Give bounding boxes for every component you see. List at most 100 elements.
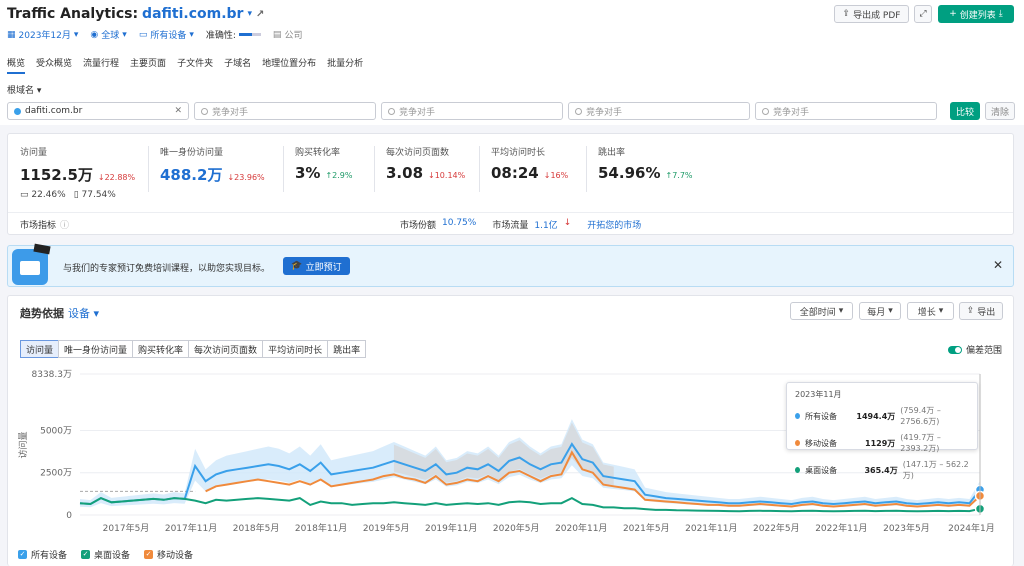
- metric-tab-5[interactable]: 跳出率: [327, 340, 367, 358]
- plus-icon: +: [949, 9, 957, 19]
- competitor-input[interactable]: 竞争对手: [194, 102, 376, 120]
- clear-input-icon[interactable]: ✕: [174, 106, 182, 116]
- date-filter-label: 2023年12月: [18, 31, 71, 41]
- tab-0[interactable]: 概览: [7, 56, 26, 74]
- book-now-label: 立即预订: [305, 262, 342, 273]
- header-area: Traffic Analytics: dafiti.com.br ▾ ↗ ⇪ 导出…: [0, 0, 1024, 107]
- tooltip-range: (759.4万 – 2756.6万): [900, 406, 941, 426]
- competitor-input[interactable]: 竞争对手: [568, 102, 750, 120]
- tab-6[interactable]: 地理位置分布: [262, 56, 316, 74]
- metric-number: 54.96%: [598, 164, 661, 182]
- range-select[interactable]: 全部时间 ▾: [790, 302, 853, 320]
- y-tick-label: 2500万: [40, 469, 72, 479]
- clear-button[interactable]: 清除: [985, 102, 1015, 120]
- calendar-icon: ▦: [7, 29, 16, 40]
- market-stats: 市场份额 10.75% 市场流量 1.1亿 ↓ 开拓您的市场: [400, 218, 641, 231]
- market-traffic-value: 1.1亿: [534, 221, 558, 231]
- date-filter[interactable]: ▦ 2023年12月 ▾: [7, 28, 78, 42]
- device-icon: ▭: [138, 29, 148, 40]
- compare-button[interactable]: 比较: [950, 102, 980, 120]
- legend-label: 移动设备: [157, 551, 194, 561]
- export-pdf-button[interactable]: ⇪ 导出成 PDF: [834, 5, 909, 23]
- globe-icon: ◉: [90, 29, 99, 40]
- mode-select[interactable]: 增长 ▾: [907, 302, 954, 320]
- tab-3[interactable]: 主要页面: [130, 56, 166, 74]
- fullscreen-button[interactable]: ⤢: [914, 5, 932, 23]
- deviation-label: 偏差范围: [966, 346, 1003, 356]
- tab-5[interactable]: 子域名: [224, 56, 251, 74]
- root-domain-select[interactable]: 根域名 ▾: [7, 83, 41, 96]
- metric-change: ↓16%: [543, 171, 569, 180]
- metric-label: 唯一身份访问量: [160, 148, 224, 158]
- x-tick-label: 2024年1月: [948, 522, 995, 534]
- divider: [479, 146, 480, 192]
- book-now-button[interactable]: 🎓 立即预订: [283, 257, 350, 275]
- period-select[interactable]: 每月 ▾: [859, 302, 901, 320]
- filter-bar: ▦ 2023年12月 ▾ ◉ 全球 ▾ ▭ 所有设备 ▾ 准确性: ▤ 公司: [7, 28, 303, 42]
- domain-link[interactable]: dafiti.com.br: [142, 6, 243, 22]
- expand-market-link[interactable]: 开拓您的市场: [587, 218, 641, 231]
- tooltip-series-name: 所有设备: [805, 411, 838, 421]
- divider: [148, 146, 149, 192]
- metric-2[interactable]: 购买转化率 3% ↑2.9%: [295, 145, 353, 182]
- clear-label: 清除: [990, 107, 1009, 118]
- accuracy-label: 准确性:: [205, 31, 236, 41]
- metric-tab-3[interactable]: 每次访问页面数: [188, 340, 264, 358]
- metric-change: ↓22.88%: [97, 173, 136, 182]
- device-split: ▭ 22.46% ▯ 77.54%: [20, 190, 135, 200]
- legend-item[interactable]: ✓ 移动设备: [144, 548, 193, 561]
- metric-number: 3%: [295, 164, 321, 182]
- close-icon[interactable]: ✕: [993, 258, 1003, 272]
- competitor-input[interactable]: 竞争对手: [755, 102, 937, 120]
- domain-input[interactable]: dafiti.com.br ✕: [7, 102, 189, 120]
- device-filter[interactable]: ▭ 所有设备 ▾: [138, 28, 194, 42]
- region-filter[interactable]: ◉ 全球 ▾: [90, 28, 126, 42]
- competitor-input[interactable]: 竞争对手: [381, 102, 563, 120]
- deviation-toggle[interactable]: 偏差范围: [948, 343, 1002, 356]
- legend-item[interactable]: ✓ 所有设备: [18, 548, 67, 561]
- metric-label: 购买转化率: [295, 148, 341, 158]
- external-link-icon[interactable]: ↗: [256, 9, 264, 20]
- chevron-down-icon[interactable]: ▾: [247, 9, 252, 19]
- metric-tab-4[interactable]: 平均访问时长: [262, 340, 329, 358]
- info-icon[interactable]: ⓘ: [60, 218, 69, 231]
- tooltip-range: (147.1万 – 562.2万): [902, 460, 969, 480]
- input-text: 竞争对手: [212, 107, 249, 118]
- metric-3[interactable]: 每次访问页面数 3.08 ↓10.14%: [386, 145, 465, 182]
- tab-7[interactable]: 批量分析: [327, 56, 363, 74]
- competitor-inputs: dafiti.com.br ✕ 竞争对手 竞争对手 竞争对手 竞争对手: [7, 102, 937, 120]
- legend-label: 桌面设备: [94, 551, 131, 561]
- trend-export-button[interactable]: ⇪ 导出: [959, 302, 1003, 320]
- series-dot-icon: [795, 467, 801, 473]
- legend-item[interactable]: ✓ 桌面设备: [81, 548, 130, 561]
- tab-4[interactable]: 子文件夹: [177, 56, 213, 74]
- x-tick-label: 2022年11月: [815, 522, 867, 534]
- metric-tab-2[interactable]: 购买转化率: [132, 340, 190, 358]
- create-list-button[interactable]: + 创建列表 ⤓: [938, 5, 1014, 23]
- market-traffic-label: 市场流量: [492, 221, 529, 231]
- checkbox-icon[interactable]: ✓: [81, 550, 91, 559]
- tab-2[interactable]: 流量行程: [83, 56, 119, 74]
- trend-by-select[interactable]: 设备 ▾: [68, 305, 99, 321]
- page-title: Traffic Analytics: dafiti.com.br ▾ ↗: [7, 6, 264, 22]
- metric-change: ↓23.96%: [227, 173, 265, 182]
- root-domain-label: 根域名: [7, 86, 35, 96]
- checkbox-icon[interactable]: ✓: [144, 550, 154, 559]
- chart-tooltip: 2023年11月 所有设备 1494.4万 (759.4万 – 2756.6万) 移动…: [786, 382, 978, 480]
- tooltip-value: 1129万: [865, 438, 896, 448]
- tab-1[interactable]: 受众概览: [36, 56, 72, 74]
- compare-label: 比较: [955, 107, 974, 118]
- y-tick-label: 5000万: [40, 426, 72, 436]
- metric-5[interactable]: 跳出率 54.96% ↑7.7%: [598, 145, 693, 182]
- metric-change: ↑7.7%: [665, 171, 693, 180]
- x-tick-label: 2017年11月: [165, 522, 217, 534]
- metric-tab-1[interactable]: 唯一身份访问量: [58, 340, 134, 358]
- metric-4[interactable]: 平均访问时长 08:24 ↓16%: [491, 145, 568, 182]
- company-filter[interactable]: ▤ 公司: [273, 28, 303, 42]
- accuracy-indicator: 准确性:: [206, 28, 261, 41]
- metric-tab-0[interactable]: 访问量: [20, 340, 60, 358]
- metric-1[interactable]: 唯一身份访问量 488.2万 ↓23.96%: [160, 145, 265, 185]
- checkbox-icon[interactable]: ✓: [18, 550, 27, 559]
- toggle-switch[interactable]: [948, 345, 962, 354]
- metric-0[interactable]: 访问量 1152.5万 ↓22.88% ▭ 22.46% ▯ 77.54%: [20, 145, 135, 200]
